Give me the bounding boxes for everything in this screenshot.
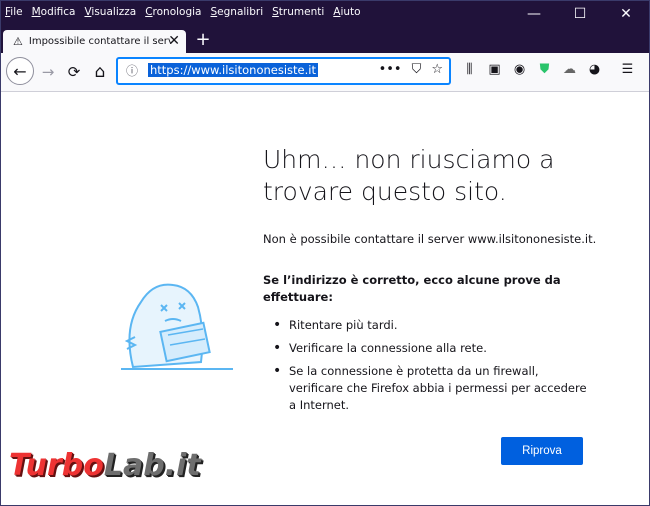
menu-aiuto[interactable]: Aiuto: [333, 6, 360, 18]
window-controls: — ☐ ✕: [511, 1, 649, 27]
tab-active[interactable]: ⚠ Impossibile contattare il server ✕: [3, 30, 186, 53]
shield-extension-icon[interactable]: ⛊: [532, 62, 557, 77]
list-item: Ritentare più tardi.: [273, 317, 589, 334]
navigation-toolbar: ← → ⟳ ⌂ ⓘ https://www.ilsitononesiste.it…: [1, 53, 649, 92]
menu-list: File Modifica Visualizza Cronologia Segn…: [5, 6, 370, 18]
home-button[interactable]: ⌂: [89, 61, 111, 83]
extension-2-icon[interactable]: ◕: [582, 62, 607, 77]
warning-icon: ⚠: [13, 35, 23, 48]
sidebar-icon[interactable]: ▣: [482, 62, 507, 77]
hamburger-menu-icon[interactable]: ☰: [615, 62, 640, 77]
library-icon[interactable]: ⫼: [457, 62, 482, 77]
error-description: Non è possibile contattare il server www…: [263, 232, 597, 246]
maximize-button[interactable]: ☐: [557, 1, 603, 27]
suggestions-heading: Se l’indirizzo è corretto, ecco alcune p…: [263, 273, 561, 304]
pocket-icon[interactable]: ⛉: [412, 62, 422, 77]
menu-modifica[interactable]: Modifica: [32, 6, 76, 18]
extension-icon[interactable]: ☁: [557, 62, 582, 77]
tab-title: Impossibile contattare il server: [28, 36, 171, 47]
url-bar[interactable]: ⓘ https://www.ilsitononesiste.it ••• ⛉ ☆: [116, 57, 451, 85]
error-page: Uhm… non riusciamo a trovare questo sito…: [1, 92, 649, 505]
reload-button[interactable]: ⟳: [63, 61, 85, 83]
forward-button[interactable]: →: [37, 61, 59, 83]
close-window-button[interactable]: ✕: [603, 1, 649, 27]
minimize-button[interactable]: —: [511, 1, 557, 27]
url-actions: ••• ⛉ ☆: [379, 62, 443, 77]
page-actions-icon[interactable]: •••: [379, 62, 402, 77]
list-item: Se la connessione è protetta da un firew…: [273, 363, 589, 414]
list-item: Verificare la connessione alla rete.: [273, 340, 589, 357]
url-input[interactable]: https://www.ilsitononesiste.it: [148, 63, 318, 77]
menu-bar: File Modifica Visualizza Cronologia Segn…: [1, 1, 649, 27]
menu-cronologia[interactable]: Cronologia: [145, 6, 201, 18]
tab-close-icon[interactable]: ✕: [168, 33, 180, 49]
tab-strip: ⚠ Impossibile contattare il server ✕ +: [1, 27, 649, 53]
watermark-part-1: Turbo: [9, 448, 104, 483]
watermark-logo: TurboLab.it: [9, 448, 201, 483]
account-icon[interactable]: ◉: [507, 62, 532, 77]
back-button[interactable]: ←: [6, 57, 34, 85]
watermark-part-2: Lab.it: [103, 448, 201, 483]
menu-visualizza[interactable]: Visualizza: [84, 6, 136, 18]
menu-segnalibri[interactable]: Segnalibri: [211, 6, 264, 18]
info-icon[interactable]: ⓘ: [126, 62, 138, 79]
toolbar-icons: ⫼ ▣ ◉ ⛊ ☁ ◕ ☰: [457, 62, 640, 77]
browser-window: File Modifica Visualizza Cronologia Segn…: [0, 0, 650, 506]
suggestions-list: Ritentare più tardi. Verificare la conne…: [273, 317, 589, 420]
retry-button[interactable]: Riprova: [501, 437, 583, 465]
dino-illustration-icon: [121, 283, 233, 370]
new-tab-button[interactable]: +: [193, 29, 213, 50]
menu-file[interactable]: File: [5, 6, 23, 18]
bookmark-star-icon[interactable]: ☆: [431, 62, 443, 77]
menu-strumenti[interactable]: Strumenti: [272, 6, 324, 18]
page-title: Uhm… non riusciamo a trovare questo sito…: [263, 145, 555, 206]
